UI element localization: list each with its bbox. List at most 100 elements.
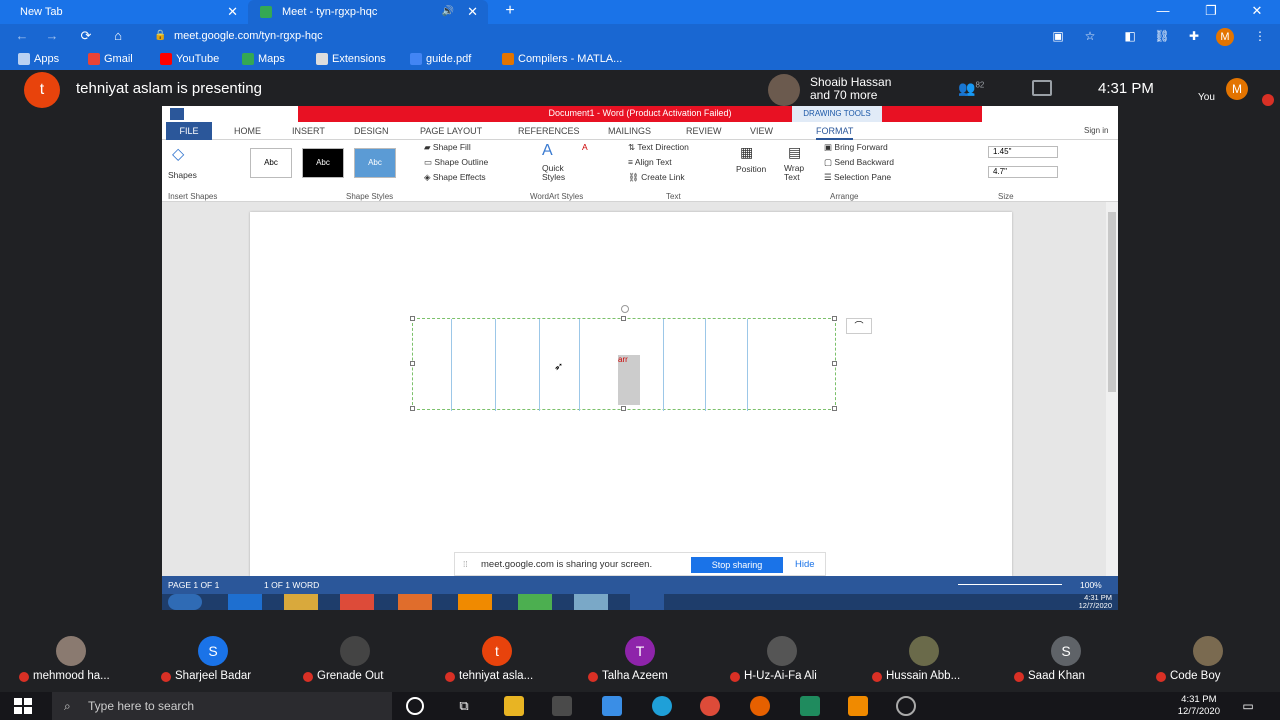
participant-avatar[interactable]: S <box>198 636 228 666</box>
minimize-button[interactable]: — <box>1140 0 1186 24</box>
participant-avatar[interactable] <box>56 636 86 666</box>
windows-start-icon[interactable] <box>14 698 32 714</box>
camera-permission-icon[interactable]: ▣ <box>1048 26 1068 46</box>
app-icon[interactable] <box>896 696 916 716</box>
drag-handle-icon[interactable]: ⁞⁞ <box>463 559 468 569</box>
tab-mailings[interactable]: MAILINGS <box>608 122 651 140</box>
tab-format[interactable]: FORMAT <box>816 122 854 140</box>
tab-insert[interactable]: INSERT <box>292 122 325 140</box>
participant-avatar[interactable] <box>340 636 370 666</box>
resize-handle[interactable] <box>410 316 415 321</box>
shape-effects-button[interactable]: ◈ Shape Effects <box>424 172 486 183</box>
notification-icon[interactable]: ▭ <box>1238 696 1258 716</box>
hide-button[interactable]: Hide <box>795 553 815 577</box>
resize-handle[interactable] <box>621 316 626 321</box>
bookmark-extensions[interactable]: Extensions <box>314 48 386 70</box>
mail-icon[interactable] <box>602 696 622 716</box>
tab-home[interactable]: HOME <box>234 122 261 140</box>
layout-options-icon[interactable]: ⌒ <box>846 318 872 334</box>
firefox-icon[interactable] <box>750 696 770 716</box>
tab-file[interactable]: FILE <box>166 122 212 140</box>
people-icon[interactable]: 👥82 <box>958 80 984 97</box>
task-view-icon[interactable]: ⧉ <box>454 696 474 716</box>
stop-sharing-button[interactable]: Stop sharing <box>691 557 783 573</box>
chat-icon[interactable] <box>1032 80 1052 96</box>
shape-height-input[interactable]: 1.45" <box>988 146 1058 158</box>
new-tab-button[interactable]: + <box>500 0 520 24</box>
tab-design[interactable]: DESIGN <box>354 122 389 140</box>
scrollbar-thumb[interactable] <box>1108 212 1116 392</box>
home-button[interactable]: ⌂ <box>106 24 130 48</box>
vertical-scrollbar[interactable] <box>1106 202 1118 576</box>
resize-handle[interactable] <box>410 406 415 411</box>
cortana-icon[interactable] <box>406 697 424 715</box>
bring-forward-button[interactable]: ▣ Bring Forward <box>824 142 888 153</box>
participant-avatar[interactable]: S <box>1051 636 1081 666</box>
tab-page-layout[interactable]: PAGE LAYOUT <box>420 122 482 140</box>
participant-avatar[interactable]: T <box>625 636 655 666</box>
edge-icon[interactable] <box>652 696 672 716</box>
align-text-button[interactable]: ≡ Align Text <box>628 157 672 167</box>
position-button[interactable]: Position <box>736 164 766 174</box>
utorrent-icon[interactable] <box>518 594 552 610</box>
participant-avatar[interactable] <box>767 636 797 666</box>
tab-view[interactable]: VIEW <box>750 122 773 140</box>
bookmark-apps[interactable]: Apps <box>16 48 59 70</box>
tab-references[interactable]: REFERENCES <box>518 122 580 140</box>
start-orb-icon[interactable] <box>168 594 202 610</box>
speaker-icon[interactable]: 🔊 <box>442 0 454 24</box>
chrome-icon[interactable] <box>700 696 720 716</box>
shape-style-1[interactable]: Abc <box>250 148 292 178</box>
store-icon[interactable] <box>552 696 572 716</box>
folder-icon[interactable] <box>284 594 318 610</box>
bookmark-youtube[interactable]: YouTube <box>158 48 219 70</box>
vlc-icon[interactable] <box>458 594 492 610</box>
participant-avatar[interactable] <box>1193 636 1223 666</box>
shape-style-2[interactable]: Abc <box>302 148 344 178</box>
media-icon[interactable] <box>398 594 432 610</box>
close-tab-icon[interactable]: ✕ <box>227 0 238 24</box>
resize-handle[interactable] <box>832 316 837 321</box>
shape-style-3[interactable]: Abc <box>354 148 396 178</box>
shape-fill-button[interactable]: ▰ Shape Fill <box>424 142 471 153</box>
tab-new-tab[interactable]: New Tab ✕ <box>0 0 248 24</box>
back-button[interactable]: ← <box>10 24 34 48</box>
extension-icon[interactable]: ⛓ <box>1152 26 1172 46</box>
wrap-text-button[interactable]: Wrap Text <box>784 164 804 182</box>
tab-review[interactable]: REVIEW <box>686 122 722 140</box>
selection-pane-button[interactable]: ☰ Selection Pane <box>824 172 891 183</box>
send-backward-button[interactable]: ▢ Send Backward <box>824 157 894 168</box>
sign-in-link[interactable]: Sign in <box>1084 122 1108 140</box>
tab-meet[interactable]: Meet - tyn-rgxp-hqc 🔊 ✕ <box>248 0 488 24</box>
profile-avatar[interactable]: M <box>1216 28 1234 46</box>
bookmark-gmail[interactable]: Gmail <box>86 48 133 70</box>
shapes-icon[interactable]: ◇ <box>172 144 184 164</box>
vlc-icon[interactable] <box>848 696 868 716</box>
resize-handle[interactable] <box>832 361 837 366</box>
rotate-handle[interactable] <box>621 305 629 313</box>
close-window-button[interactable]: ✕ <box>1234 0 1280 24</box>
app-icon[interactable] <box>800 696 820 716</box>
restore-button[interactable]: ❐ <box>1188 0 1234 24</box>
resize-handle[interactable] <box>832 406 837 411</box>
forward-button[interactable]: → <box>40 24 64 48</box>
zoom-slider[interactable] <box>958 584 1062 585</box>
taskbar-search-input[interactable]: ⌕ Type here to search <box>52 692 392 720</box>
ie-icon[interactable] <box>228 594 262 610</box>
participant-avatar[interactable] <box>909 636 939 666</box>
shape-width-input[interactable]: 4.7" <box>988 166 1058 178</box>
word-taskbar-icon[interactable] <box>630 594 664 610</box>
bookmark-guide[interactable]: guide.pdf <box>408 48 471 70</box>
puzzle-icon[interactable]: ✚ <box>1184 26 1204 46</box>
menu-icon[interactable]: ⋮ <box>1250 26 1270 46</box>
text-direction-button[interactable]: ⇅ Text Direction <box>628 142 689 153</box>
address-bar[interactable]: 🔒 meet.google.com/tyn-rgxp-hqc <box>142 26 1102 46</box>
extension-icon[interactable]: ◧ <box>1120 26 1140 46</box>
resize-handle[interactable] <box>410 361 415 366</box>
file-explorer-icon[interactable] <box>504 696 524 716</box>
quick-styles-button[interactable]: Quick Styles <box>542 164 565 182</box>
reload-button[interactable]: ⟳ <box>74 24 98 48</box>
chrome-icon[interactable] <box>340 594 374 610</box>
text-fill-icon[interactable]: A <box>582 142 588 152</box>
shapes-button[interactable]: Shapes <box>168 170 197 180</box>
